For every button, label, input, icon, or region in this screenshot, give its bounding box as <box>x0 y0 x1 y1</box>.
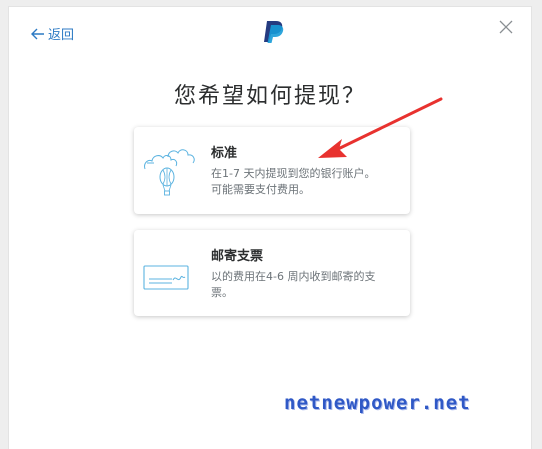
back-arrow-icon <box>31 28 44 39</box>
back-button[interactable]: 返回 <box>31 24 74 43</box>
page-title: 您希望如何提现？ <box>173 84 366 109</box>
option-heading: 邮寄支票 <box>211 249 264 264</box>
option-check-text: 邮寄支票 以的费用在4-6 周内收到邮寄的支 票。 <box>211 245 396 301</box>
withdraw-dialog: 返回 您希望如何提现？ 标准 在1-7 天内提现到您的银行账户。 可能需要支付费… <box>8 6 532 449</box>
option-standard-card[interactable]: 标准 在1-7 天内提现到您的银行账户。 可能需要支付费用。 <box>134 127 410 214</box>
back-label: 返回 <box>48 28 75 43</box>
option-heading: 标准 <box>211 146 238 161</box>
option-description-line: 可能需要支付费用。 <box>211 183 310 196</box>
option-description-line: 在1-7 天内提现到您的银行账户。 <box>211 167 376 180</box>
option-description-line: 以的费用在4-6 周内收到邮寄的支 <box>211 270 376 283</box>
option-description-line: 票。 <box>211 286 233 299</box>
option-check-card[interactable]: 邮寄支票 以的费用在4-6 周内收到邮寄的支 票。 <box>134 230 410 316</box>
check-icon <box>143 265 189 290</box>
option-standard-text: 标准 在1-7 天内提现到您的银行账户。 可能需要支付费用。 <box>211 142 396 198</box>
close-icon[interactable] <box>498 19 514 35</box>
watermark-text: netnewpower.net <box>284 392 471 414</box>
cloud-balloon-icon <box>144 149 195 196</box>
paypal-logo-icon <box>264 21 284 43</box>
